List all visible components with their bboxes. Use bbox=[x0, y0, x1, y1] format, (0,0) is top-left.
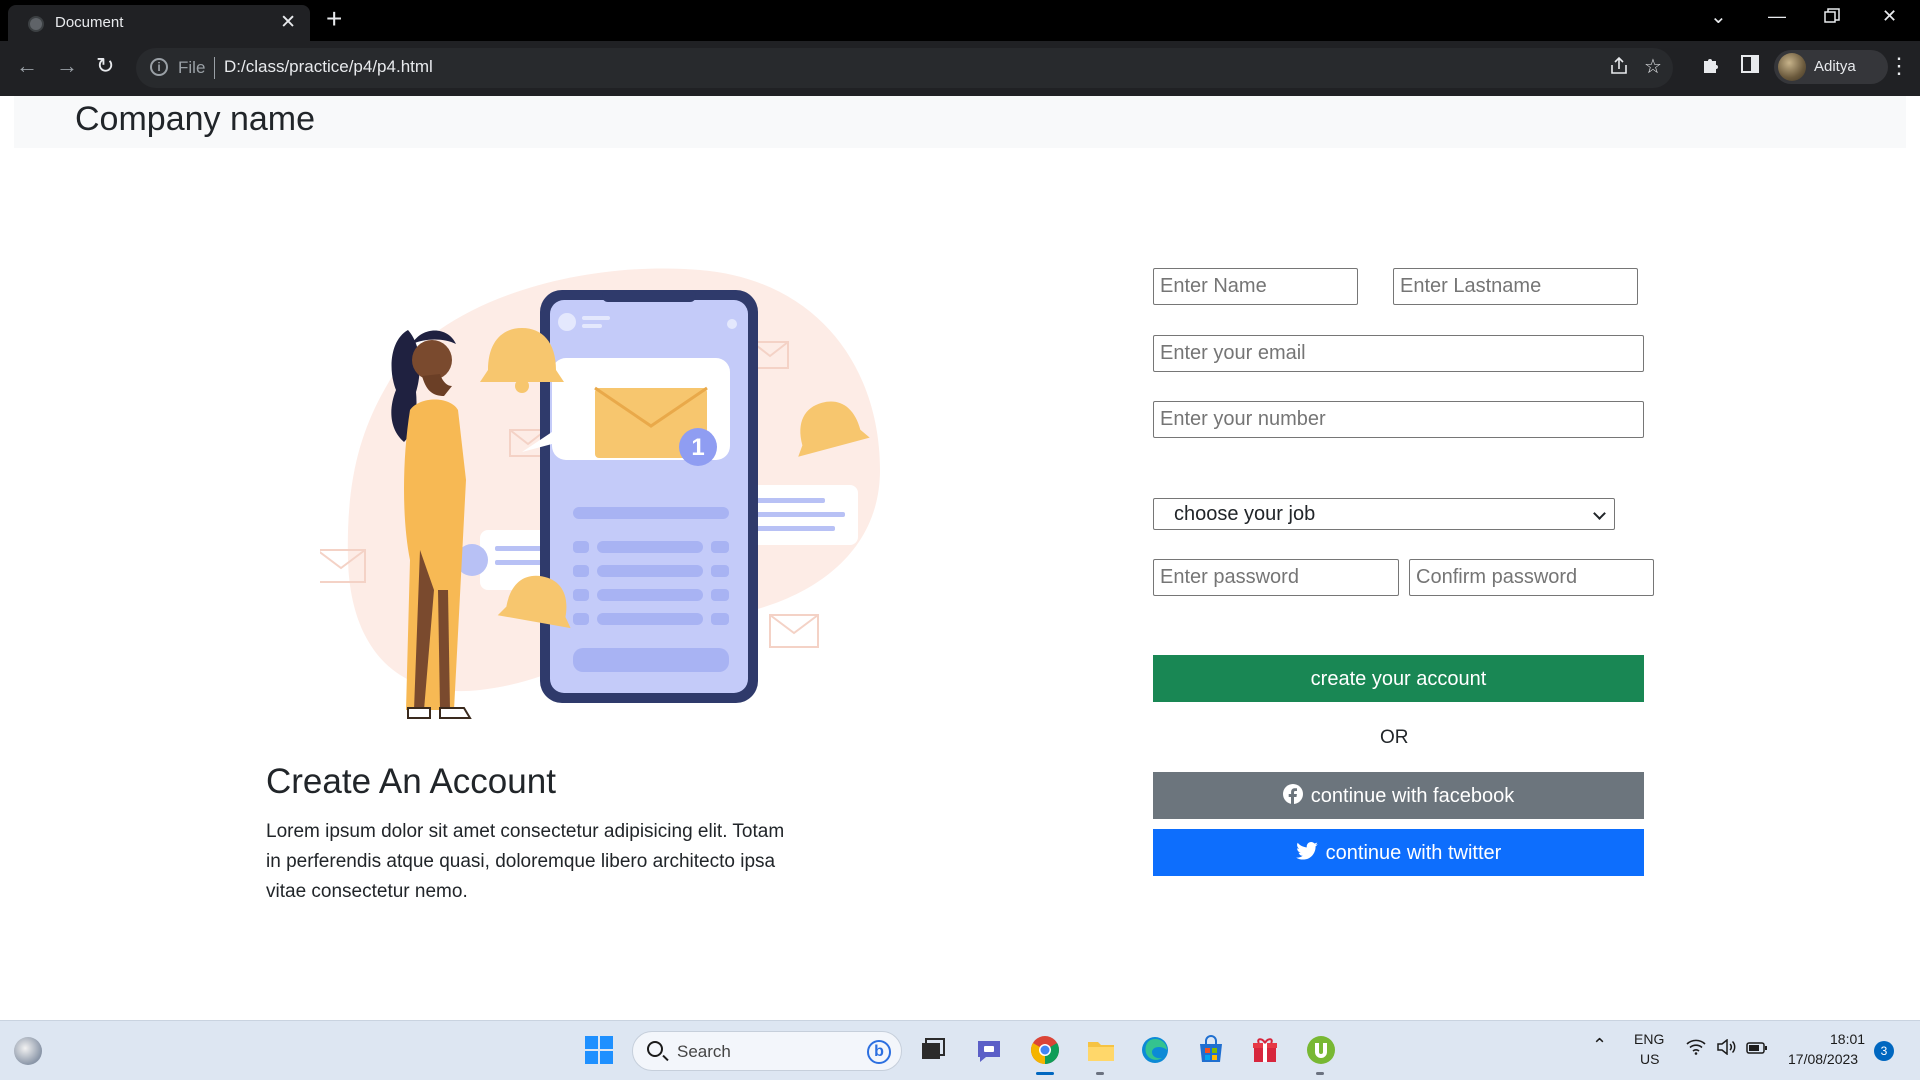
first-name-input[interactable] bbox=[1153, 268, 1358, 305]
continue-twitter-button[interactable]: continue with twitter bbox=[1153, 829, 1644, 876]
volume-icon[interactable] bbox=[1716, 1038, 1736, 1058]
side-panel-icon[interactable] bbox=[1741, 55, 1759, 79]
clock-time[interactable]: 18:01 bbox=[1830, 1031, 1865, 1047]
utorrent-running-indicator bbox=[1316, 1072, 1324, 1075]
chrome-icon[interactable] bbox=[1030, 1035, 1060, 1065]
browser-toolbar: ← → ↻ i File D:/class/practice/p4/p4.htm… bbox=[0, 41, 1920, 96]
back-arrow-icon[interactable]: ← bbox=[16, 53, 38, 79]
forward-arrow-icon[interactable]: → bbox=[56, 53, 78, 79]
taskbar-search-label: Search bbox=[677, 1042, 731, 1061]
bing-icon[interactable]: b bbox=[867, 1040, 891, 1064]
restore-button[interactable] bbox=[1824, 8, 1840, 29]
phone-number-input[interactable] bbox=[1153, 401, 1644, 438]
last-name-input[interactable] bbox=[1393, 268, 1638, 305]
create-account-label: create your account bbox=[1310, 667, 1487, 690]
language-indicator[interactable]: ENG bbox=[1634, 1031, 1664, 1047]
wifi-icon[interactable] bbox=[1686, 1039, 1706, 1058]
extensions-puzzle-icon[interactable] bbox=[1701, 55, 1721, 81]
minimize-button[interactable]: — bbox=[1768, 6, 1786, 27]
windows-start-icon[interactable] bbox=[584, 1035, 614, 1065]
bookmark-star-icon[interactable]: ☆ bbox=[1644, 54, 1662, 79]
avatar bbox=[1778, 53, 1806, 81]
browser-tab-strip: Document ✕ + ⌄ — ✕ bbox=[0, 0, 1920, 41]
teams-chat-icon[interactable] bbox=[974, 1035, 1004, 1065]
file-explorer-icon[interactable] bbox=[1086, 1035, 1116, 1065]
or-divider-text: OR bbox=[1380, 727, 1409, 748]
weather-icon[interactable] bbox=[14, 1037, 42, 1065]
twitter-button-label: continue with twitter bbox=[1325, 841, 1502, 864]
task-view-icon[interactable] bbox=[918, 1035, 948, 1065]
chrome-running-indicator bbox=[1036, 1072, 1054, 1075]
password-input[interactable] bbox=[1153, 559, 1399, 596]
new-tab-button[interactable]: + bbox=[326, 3, 342, 35]
create-account-heading: Create An Account bbox=[266, 762, 556, 801]
gift-app-icon[interactable] bbox=[1250, 1035, 1280, 1065]
confirm-password-input[interactable] bbox=[1409, 559, 1654, 596]
url-scheme: File bbox=[178, 58, 206, 77]
tab-title: Document bbox=[55, 14, 124, 31]
create-account-button[interactable]: create your account bbox=[1153, 655, 1644, 702]
hero-description: Lorem ipsum dolor sit amet consectetur a… bbox=[266, 821, 785, 902]
search-icon bbox=[647, 1041, 663, 1057]
windows-taskbar: Search b ⌃ ENG US 18:01 17/08/2023 3 bbox=[0, 1020, 1920, 1080]
url-text[interactable]: D:/class/practice/p4/p4.html bbox=[224, 57, 433, 77]
share-icon[interactable] bbox=[1609, 56, 1629, 82]
email-input[interactable] bbox=[1153, 335, 1644, 372]
job-select[interactable]: choose your job bbox=[1153, 498, 1615, 530]
navbar: Company name bbox=[14, 96, 1906, 148]
battery-icon[interactable] bbox=[1746, 1041, 1768, 1057]
chevron-down-icon bbox=[1593, 507, 1606, 520]
explorer-running-indicator bbox=[1096, 1072, 1104, 1075]
browser-tab[interactable]: Document ✕ bbox=[8, 5, 310, 41]
close-window-button[interactable]: ✕ bbox=[1882, 6, 1897, 27]
tab-close-button[interactable]: ✕ bbox=[280, 11, 296, 34]
edge-icon[interactable] bbox=[1140, 1035, 1170, 1065]
twitter-icon bbox=[1295, 842, 1318, 860]
profile-button[interactable]: Aditya bbox=[1774, 50, 1888, 84]
tab-search-chevron-icon[interactable]: ⌄ bbox=[1710, 4, 1727, 29]
browser-menu-icon[interactable]: ⋮ bbox=[1888, 53, 1910, 79]
region-indicator[interactable]: US bbox=[1640, 1051, 1659, 1067]
facebook-button-label: continue with facebook bbox=[1310, 784, 1515, 807]
job-select-value: choose your job bbox=[1174, 503, 1316, 525]
address-bar[interactable]: i File D:/class/practice/p4/p4.html ☆ bbox=[136, 48, 1673, 88]
reload-icon[interactable]: ↻ bbox=[96, 53, 114, 79]
taskbar-search[interactable]: Search b bbox=[632, 1031, 902, 1071]
info-icon[interactable]: i bbox=[150, 58, 168, 76]
illustration-badge: 1 bbox=[691, 434, 704, 461]
facebook-icon bbox=[1282, 784, 1303, 805]
signup-illustration: 1 bbox=[316, 260, 900, 730]
address-divider bbox=[214, 57, 215, 79]
continue-facebook-button[interactable]: continue with facebook bbox=[1153, 772, 1644, 819]
clock-date[interactable]: 17/08/2023 bbox=[1788, 1051, 1858, 1067]
brand-name[interactable]: Company name bbox=[75, 100, 315, 139]
globe-icon bbox=[28, 16, 44, 32]
notification-badge[interactable]: 3 bbox=[1874, 1041, 1894, 1061]
utorrent-icon[interactable] bbox=[1306, 1035, 1336, 1065]
chevron-up-icon[interactable]: ⌃ bbox=[1592, 1035, 1607, 1056]
microsoft-store-icon[interactable] bbox=[1196, 1035, 1226, 1065]
profile-name: Aditya bbox=[1814, 58, 1856, 75]
